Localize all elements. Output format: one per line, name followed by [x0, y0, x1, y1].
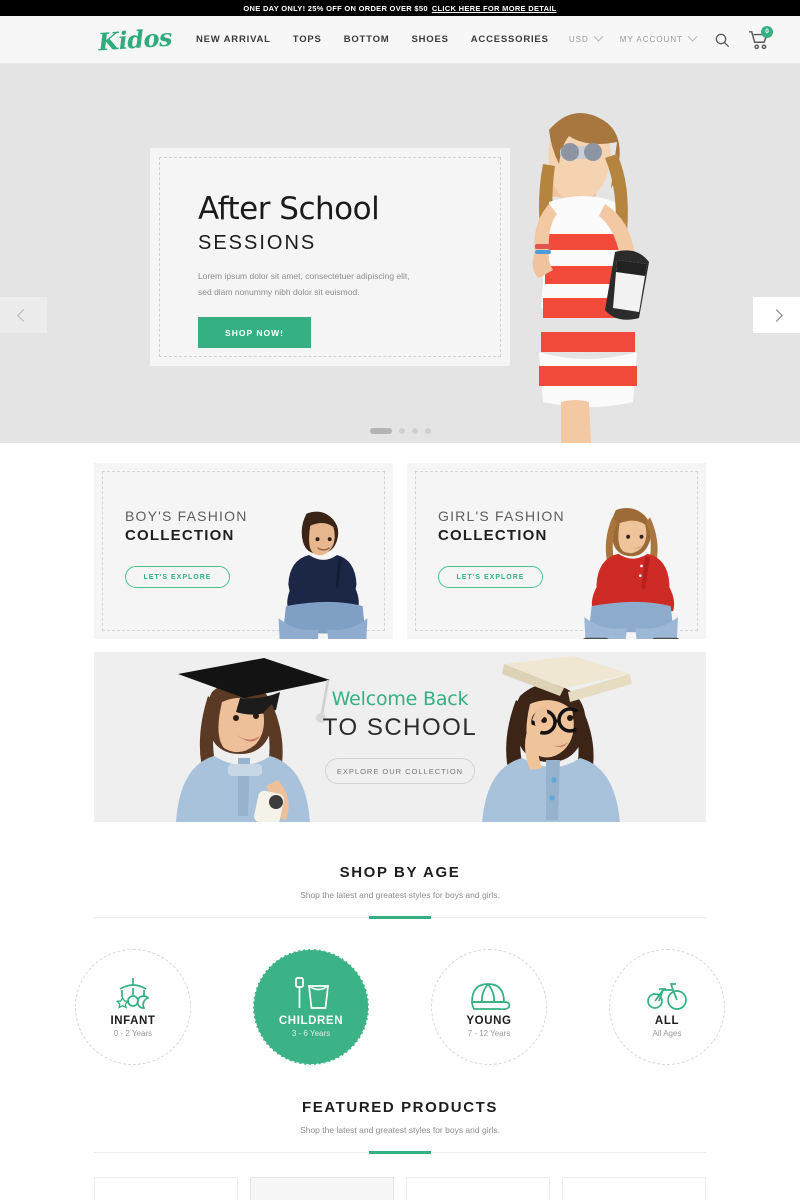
cart-count-badge: 0: [761, 25, 773, 38]
announcement-bar: ONE DAY ONLY! 25% OFF ON ORDER OVER $50 …: [0, 0, 800, 16]
explore-collection-button[interactable]: EXPLORE OUR COLLECTION: [325, 758, 475, 784]
featured-products-title: FEATURED PRODUCTS: [301, 1099, 499, 1116]
welcome-text-block: Welcome Back TO SCHOOL EXPLORE OUR COLLE…: [94, 688, 706, 784]
main-navigation: NEW ARRIVAL TOPS BOTTOM SHOES ACCESSORIE…: [196, 34, 549, 45]
age-range-all: All Ages: [652, 1029, 682, 1038]
account-menu[interactable]: MY ACCOUNT: [619, 31, 698, 44]
shop-by-age-title: SHOP BY AGE: [339, 864, 461, 881]
bucket-spade-icon: [291, 976, 331, 1010]
nav-item-tops[interactable]: TOPS: [293, 34, 322, 45]
hero-dot-2[interactable]: [398, 428, 405, 434]
age-name-young: YOUNG: [466, 1015, 512, 1027]
shop-by-age-header: SHOP BY AGE Shop the latest and greatest…: [0, 864, 800, 900]
welcome-back-banner[interactable]: Welcome Back TO SCHOOL EXPLORE OUR COLLE…: [94, 652, 706, 822]
product-card[interactable]: [406, 1177, 550, 1200]
featured-products-header: FEATURED PRODUCTS Shop the latest and gr…: [0, 1099, 800, 1135]
age-range-young: 7 - 12 Years: [467, 1029, 511, 1038]
featured-products-divider: [94, 1152, 706, 1153]
product-card[interactable]: [94, 1177, 238, 1200]
hero-pagination: [0, 428, 800, 434]
announcement-text: ONE DAY ONLY! 25% OFF ON ORDER OVER $50: [243, 3, 428, 13]
hero-shop-now-button[interactable]: SHOP NOW!: [198, 317, 311, 349]
site-logo[interactable]: Kidos: [79, 21, 191, 58]
hero-description-line-2: sed diam nonummy nibh dolor sit euismod.: [198, 286, 360, 297]
hero-description-line-1: Lorem ipsum dolor sit amet, consectetuer…: [198, 271, 410, 281]
hero-subtitle: SESSIONS: [198, 232, 317, 254]
nav-item-new-arrival[interactable]: NEW ARRIVAL: [196, 34, 271, 45]
age-range-children: 3 - 6 Years: [291, 1029, 331, 1038]
age-name-all: ALL: [654, 1015, 680, 1027]
hero-dot-3[interactable]: [411, 428, 418, 434]
age-option-young[interactable]: YOUNG 7 - 12 Years: [431, 949, 547, 1065]
boys-collection-line-2: COLLECTION: [125, 527, 235, 544]
age-name-infant: INFANT: [110, 1015, 156, 1027]
girls-collection-line-1: GIRL'S FASHION: [438, 508, 565, 524]
age-filter-list: INFANT 0 - 2 Years CHILDREN 3 - 6 Years: [0, 949, 800, 1065]
shop-by-age-subtitle: Shop the latest and greatest styles for …: [300, 890, 500, 900]
hero-description: Lorem ipsum dolor sit amet, consectetuer…: [198, 269, 488, 300]
product-card[interactable]: [250, 1177, 394, 1200]
boys-collection-text: BOY'S FASHION COLLECTION: [125, 508, 248, 544]
cap-icon: [467, 976, 511, 1010]
age-name-children: CHILDREN: [278, 1015, 344, 1027]
age-range-infant: 0 - 2 Years: [113, 1029, 153, 1038]
collection-cards: BOY'S FASHION COLLECTION LET'S EXPLORE G…: [0, 443, 800, 639]
collection-card-girls[interactable]: GIRL'S FASHION COLLECTION LET'S EXPLORE: [407, 463, 706, 639]
announcement-link[interactable]: CLICK HERE FOR MORE DETAIL: [432, 4, 557, 13]
girls-collection-image: [583, 507, 680, 639]
boys-collection-line-1: BOY'S FASHION: [125, 508, 248, 524]
age-option-children[interactable]: CHILDREN 3 - 6 Years: [253, 949, 369, 1065]
nav-item-shoes[interactable]: SHOES: [411, 34, 448, 45]
girls-collection-line-2: COLLECTION: [438, 527, 548, 544]
featured-products-subtitle: Shop the latest and greatest styles for …: [300, 1125, 500, 1135]
shop-by-age-section: SHOP BY AGE Shop the latest and greatest…: [0, 864, 800, 1065]
girls-collection-text: GIRL'S FASHION COLLECTION: [438, 508, 565, 544]
chevron-left-icon: [17, 308, 30, 322]
welcome-line-2: TO SCHOOL: [322, 714, 478, 741]
bicycle-icon: [646, 976, 688, 1010]
hero-slider: After School SESSIONS Lorem ipsum dolor …: [0, 64, 800, 443]
hero-dot-4[interactable]: [424, 428, 431, 434]
site-header: Kidos NEW ARRIVAL TOPS BOTTOM SHOES ACCE…: [0, 16, 800, 64]
boys-explore-button[interactable]: LET'S EXPLORE: [125, 566, 230, 588]
header-utilities: USD MY ACCOUNT 0: [568, 25, 773, 50]
currency-label: USD: [568, 35, 589, 44]
shop-by-age-divider: [94, 917, 706, 918]
hero-dot-1[interactable]: [369, 428, 392, 434]
hero-prev-button[interactable]: [0, 297, 47, 333]
hero-next-button[interactable]: [753, 297, 800, 333]
currency-selector[interactable]: USD: [568, 31, 604, 44]
cart-button[interactable]: 0: [748, 25, 773, 50]
nav-item-accessories[interactable]: ACCESSORIES: [471, 34, 549, 45]
hero-title: After School: [198, 191, 380, 227]
age-option-infant[interactable]: INFANT 0 - 2 Years: [75, 949, 191, 1065]
baby-mobile-icon: [113, 976, 153, 1010]
hero-content-panel: After School SESSIONS Lorem ipsum dolor …: [150, 148, 510, 366]
account-label: MY ACCOUNT: [619, 35, 683, 44]
search-icon[interactable]: [714, 32, 730, 48]
welcome-line-1: Welcome Back: [331, 688, 469, 710]
featured-products-section: FEATURED PRODUCTS Shop the latest and gr…: [0, 1099, 800, 1200]
boys-collection-image: [278, 511, 368, 639]
chevron-right-icon: [770, 308, 783, 322]
homepage: ONE DAY ONLY! 25% OFF ON ORDER OVER $50 …: [0, 0, 800, 1200]
featured-products-grid: [0, 1153, 800, 1200]
collection-card-boys[interactable]: BOY'S FASHION COLLECTION LET'S EXPLORE: [94, 463, 393, 639]
hero-text-block: After School SESSIONS Lorem ipsum dolor …: [198, 191, 488, 349]
chevron-down-icon: [687, 31, 698, 42]
nav-item-bottom[interactable]: BOTTOM: [344, 34, 390, 45]
age-option-all[interactable]: ALL All Ages: [609, 949, 725, 1065]
product-card[interactable]: [562, 1177, 706, 1200]
girls-explore-button[interactable]: LET'S EXPLORE: [438, 566, 543, 588]
chevron-down-icon: [593, 31, 604, 42]
